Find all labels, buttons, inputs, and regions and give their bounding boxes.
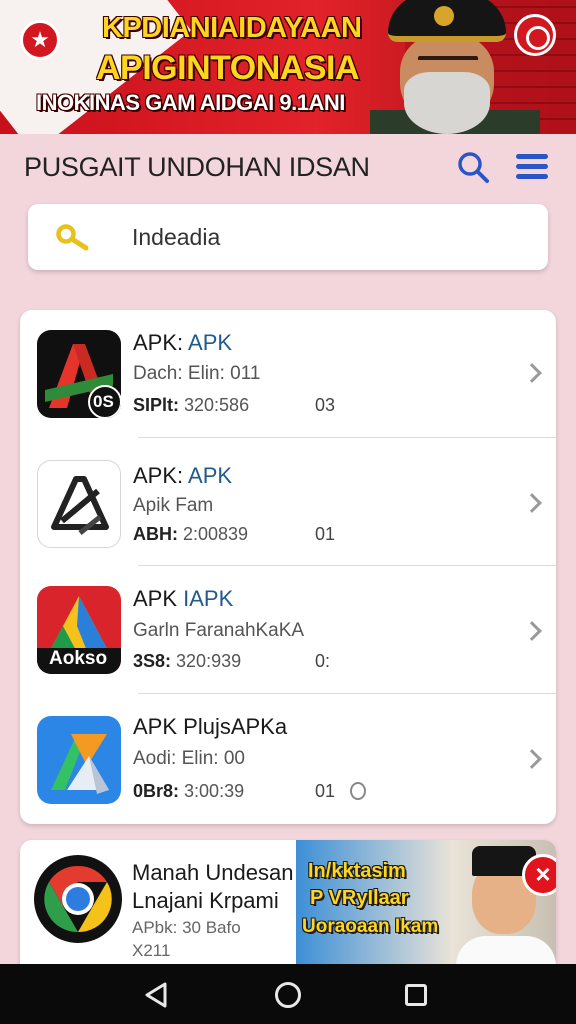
app-list: 0S APK: APK Dach: Elin: 011 SIPlt: 320:5… (20, 310, 556, 824)
apk-outline-icon (37, 460, 121, 548)
hamburger-menu-icon[interactable] (514, 152, 550, 182)
system-nav-bar (0, 964, 576, 1024)
app-count: 03 (315, 395, 336, 415)
app-badge: 0S (93, 392, 114, 411)
recent-apps-icon[interactable] (405, 984, 427, 1006)
list-item[interactable]: APK: APK Apik Fam ABH: 2:00839 01 (20, 438, 556, 566)
close-ad-button[interactable]: × (522, 854, 556, 896)
banner-officer-portrait (370, 0, 540, 134)
app-icon-label: Aokso (49, 648, 108, 669)
banner-headline-2: APIGINTONASIA (96, 49, 360, 87)
search-icon[interactable] (456, 150, 490, 184)
chrome-icon (33, 854, 123, 944)
app-name: APK: APK (133, 330, 233, 355)
ad-promo-line-3: Uoraoaan Ikam (302, 916, 439, 937)
app-subtitle: Dach: Elin: 011 (133, 363, 261, 384)
chevron-right-icon[interactable] (522, 749, 542, 769)
search-input[interactable] (132, 218, 532, 256)
page-title: PUSGAIT UNDOHAN IDSAN (24, 152, 370, 182)
info-icon (350, 782, 366, 800)
app-subtitle: Apik Fam (133, 495, 214, 516)
app-meta: 0Br8: 3:00:39 (133, 781, 245, 801)
apk-aokso-icon: Aokso (37, 586, 121, 674)
apk-red-icon: 0S (37, 330, 121, 418)
top-promo-banner[interactable]: ★ KPDIANIAIDAYAAN APIGINTONASIA INOKINAS… (0, 0, 576, 134)
list-item[interactable]: 0S APK: APK Dach: Elin: 011 SIPlt: 320:5… (20, 310, 556, 438)
app-count: 0: (315, 651, 331, 671)
chevron-right-icon[interactable] (522, 363, 542, 383)
list-item[interactable]: APK PlujsAPKa Aodi: Elin: 00 0Br8: 3:00:… (20, 694, 556, 822)
banner-headline-1: KPDIANIAIDAYAAN (102, 12, 362, 44)
ad-promo-image[interactable]: In/kktasim P VRyIlaar Uoraoaan Ikam (296, 840, 556, 980)
ad-promo-line-2: P VRyIlaar (310, 887, 409, 909)
list-item[interactable]: Aokso APK IAPK Garln FaranahKaKA 3S8: 32… (20, 566, 556, 694)
star-emblem-icon: ★ (20, 20, 60, 60)
bottom-ad-card[interactable]: Manah Undesan Lnajani Krpami APbk: 30 Ba… (20, 840, 556, 980)
app-name: APK PlujsAPKa (133, 714, 288, 739)
chevron-right-icon[interactable] (522, 621, 542, 641)
app-meta: 3S8: 320:939 (133, 651, 242, 671)
app-meta: SIPlt: 320:586 (133, 395, 250, 415)
app-name: APK: APK (133, 463, 233, 488)
key-search-icon (56, 223, 92, 253)
chevron-right-icon[interactable] (522, 493, 542, 513)
apk-blue-icon (37, 716, 121, 804)
app-count: 01 (315, 524, 336, 544)
app-count: 01 (315, 781, 336, 801)
ad-subtitle-2: X211 (132, 941, 171, 960)
banner-subline: INOKINAS GAM AIDGAI 9.1ANI (36, 90, 345, 115)
ad-title: Manah Undesan (132, 860, 294, 885)
ad-subtitle: APbk: 30 Bafo (132, 918, 241, 937)
ad-promo-line-1: In/kktasim (308, 860, 406, 882)
home-icon[interactable] (275, 982, 301, 1008)
search-bar[interactable] (28, 204, 548, 270)
back-icon[interactable] (143, 981, 169, 1009)
app-name: APK IAPK (133, 586, 234, 611)
app-subtitle: Garln FaranahKaKA (133, 620, 305, 641)
ad-title-2: Lnajani Krpami (132, 888, 279, 913)
app-meta: ABH: 2:00839 (133, 524, 249, 544)
app-subtitle: Aodi: Elin: 00 (133, 748, 245, 769)
